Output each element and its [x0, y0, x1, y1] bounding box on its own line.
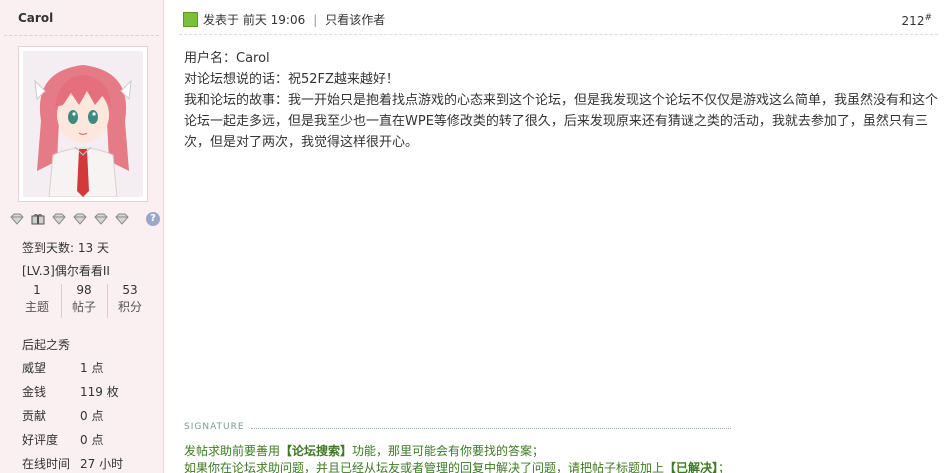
online-status-icon: [183, 12, 198, 27]
post-paragraph: 用户名：Carol: [184, 51, 270, 66]
signature-line: 如果你在论坛求助问题，并且已经从坛友或者管理的回复中解决了问题，请把帖子标题加上…: [184, 460, 730, 473]
gift-medal-icon[interactable]: [31, 213, 45, 225]
stat-value: 53: [122, 283, 138, 297]
only-author-link[interactable]: 只看该作者: [325, 13, 385, 27]
profile-key: 好评度: [22, 433, 59, 447]
signature-highlight: 【已解决】: [664, 461, 719, 473]
profile-value: 0 点: [80, 409, 104, 423]
post-paragraph: 对论坛想说的话：祝52FZ越来越好！: [184, 72, 399, 87]
diamond-medal-icon[interactable]: [52, 213, 66, 225]
profile-value: 119 枚: [80, 385, 119, 399]
stat-credits[interactable]: 53 积分: [107, 282, 153, 316]
pipe-separator: |: [313, 13, 318, 27]
stat-posts[interactable]: 98 帖子: [61, 282, 107, 316]
post-meta: 发表于 前天 19:06 | 只看该作者: [203, 11, 385, 28]
stat-label: 积分: [117, 300, 142, 314]
floor-value: 212: [901, 14, 925, 28]
divider: [4, 35, 159, 36]
stat-label: 帖子: [71, 300, 96, 314]
profile-value: 27 小时: [80, 457, 124, 471]
divider: [179, 34, 938, 35]
user-level[interactable]: [LV.3]偶尔看看II: [22, 262, 110, 279]
avatar-image: [23, 51, 143, 197]
author-username[interactable]: Carol: [18, 11, 53, 25]
stat-value: 98: [76, 283, 92, 297]
profile-key: 威望: [22, 361, 47, 375]
diamond-medal-icon[interactable]: [94, 213, 108, 225]
help-icon[interactable]: ?: [146, 212, 160, 226]
signature-fragment: 如果你在论坛求助问题，并且已经从坛友或者管理的回复中解决了问题，请把帖子标题加上: [184, 461, 665, 473]
floor-mark: #: [924, 13, 932, 23]
post-content: 用户名：Carol 对论坛想说的话：祝52FZ越来越好！ 我和论坛的故事：我一开…: [184, 48, 944, 153]
signature-text: 发帖求助前要善用【论坛搜索】功能，那里可能会有你要找的答案； 如果你在论坛求助问…: [184, 443, 730, 473]
stat-label: 主题: [24, 300, 49, 314]
stat-threads[interactable]: 1 主题: [14, 282, 60, 316]
profile-key: 在线时间: [22, 457, 71, 471]
signature-fragment: ；: [718, 461, 731, 473]
profile-key: 贡献: [22, 409, 47, 423]
medal-row: ?: [8, 210, 160, 230]
profile-value: 1 点: [80, 361, 104, 375]
user-info-panel: Carol ? 签到天数: 13 天 [LV.3]偶尔看看II 1 主题 98 …: [0, 0, 164, 473]
post-body: 发表于 前天 19:06 | 只看该作者 212# 用户名：Carol 对论坛想说的…: [165, 0, 946, 473]
floor-number[interactable]: 212#: [902, 13, 932, 28]
profile-value: 0 点: [80, 433, 104, 447]
user-rank: 后起之秀: [22, 338, 71, 352]
signature-line: 发帖求助前要善用【论坛搜索】功能，那里可能会有你要找的答案；: [184, 443, 730, 460]
user-stats: 1 主题 98 帖子 53 积分: [14, 282, 154, 322]
signature-fragment: 功能，那里可能会有你要找的答案；: [352, 444, 545, 458]
diamond-medal-icon[interactable]: [10, 213, 24, 225]
signature-fragment: 发帖求助前要善用: [184, 444, 281, 458]
signin-days: 签到天数: 13 天: [22, 241, 109, 255]
post-time: 发表于 前天 19:06: [203, 13, 306, 27]
signature-highlight: 【论坛搜索】: [280, 444, 353, 458]
stat-value: 1: [33, 283, 41, 297]
signature-divider: [251, 428, 731, 429]
post-paragraph: 我和论坛的故事：我一开始只是抱着找点游戏的心态来到这个论坛，但是我发现这个论坛不…: [184, 93, 939, 150]
signature-label: SIGNATURE: [184, 422, 245, 432]
profile-key: 金钱: [22, 385, 47, 399]
avatar[interactable]: [18, 46, 148, 202]
diamond-medal-icon[interactable]: [73, 213, 87, 225]
diamond-medal-icon[interactable]: [115, 213, 129, 225]
